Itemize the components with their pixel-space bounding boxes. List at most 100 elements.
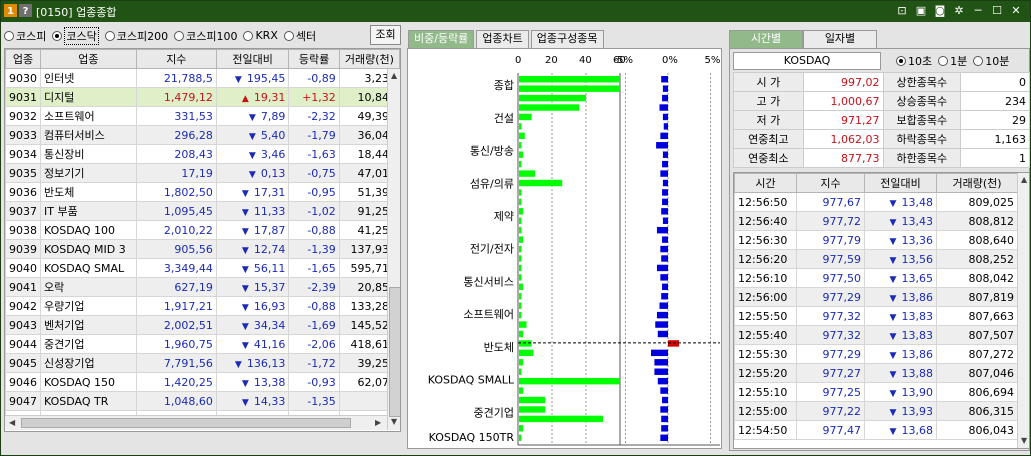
close-icon[interactable]: ✕ xyxy=(1008,3,1024,19)
table-row[interactable]: 9045 신성장기업 7,791,56 ▼ 136,13 -1,72 39,253 xyxy=(5,353,400,373)
market-radio-3[interactable]: 코스피100 xyxy=(174,28,237,44)
radio-icon[interactable] xyxy=(938,56,949,66)
table-row[interactable]: 12:55:10 977,25 ▼ 13,90 806,694 xyxy=(734,382,1018,402)
column-header[interactable]: 지수 xyxy=(796,173,865,193)
minimize-icon[interactable]: ─ xyxy=(970,3,986,19)
weight-bar xyxy=(519,104,580,111)
table-row[interactable]: 12:55:50 977,32 ▼ 13,83 807,663 xyxy=(734,306,1018,326)
tick-table-scrollbar[interactable]: ▲ ▼ xyxy=(1017,173,1029,448)
interval-radio-0[interactable]: 10초 xyxy=(896,53,932,69)
table-row[interactable]: 12:56:50 977,67 ▼ 13,48 809,025 xyxy=(734,192,1018,212)
table-row[interactable]: 9044 중견기업 1,960,75 ▼ 41,16 -2,06 418,618 xyxy=(5,334,400,354)
help-badge[interactable]: ? xyxy=(19,4,32,17)
market-radio-0[interactable]: 코스피 xyxy=(4,28,46,44)
sector-index: 2,010,22 xyxy=(135,220,217,240)
column-header[interactable]: 업종 xyxy=(5,49,41,69)
scroll-thumb[interactable] xyxy=(389,287,400,417)
scroll-up-icon[interactable]: ▲ xyxy=(391,71,397,80)
screen-number-badge[interactable]: 1 xyxy=(4,4,17,17)
pin-icon[interactable]: ⊡ xyxy=(894,3,910,19)
table-row[interactable]: 12:55:00 977,22 ▼ 13,93 806,315 xyxy=(734,401,1018,421)
column-header[interactable]: 업종 xyxy=(40,49,137,69)
radio-icon[interactable] xyxy=(104,30,115,41)
radio-icon[interactable] xyxy=(52,30,63,41)
column-header[interactable]: 전일대비 xyxy=(215,49,290,69)
interval-radio-2[interactable]: 10분 xyxy=(973,53,1009,69)
query-button[interactable]: 조회 xyxy=(370,25,401,45)
table-row[interactable]: 12:55:20 977,27 ▼ 13,88 807,046 xyxy=(734,363,1018,383)
table-row[interactable]: 12:56:20 977,59 ▼ 13,56 808,252 xyxy=(734,249,1018,269)
image-icon[interactable]: ▣ xyxy=(913,3,929,19)
table-row[interactable]: 12:56:00 977,29 ▼ 13,86 807,819 xyxy=(734,287,1018,307)
category-label: 통신/방송 xyxy=(470,145,514,158)
radio-icon[interactable] xyxy=(4,30,14,41)
tab-1[interactable]: 일자별 xyxy=(803,30,877,48)
sector-change: 17,31 xyxy=(253,185,286,199)
table-row[interactable]: 12:54:50 977,47 ▼ 13,68 806,043 xyxy=(734,420,1018,440)
table-row[interactable]: 12:56:30 977,79 ▼ 13,36 808,640 xyxy=(734,230,1018,250)
table-row[interactable]: 9043 벤처기업 2,002,51 ▼ 34,34 -1,69 145,527 xyxy=(5,315,400,335)
sector-change: 13,38 xyxy=(253,375,286,389)
table-row[interactable]: 9037 IT 부품 1,095,45 ▼ 11,33 -1,02 91,251 xyxy=(5,201,400,221)
table-row[interactable]: 9041 오락 627,19 ▼ 15,37 -2,39 20,852 xyxy=(5,277,400,297)
column-header[interactable]: 지수 xyxy=(135,49,217,69)
tab-0[interactable]: 비중/등락률 xyxy=(408,30,475,48)
weight-bar xyxy=(519,387,524,394)
scroll-down-icon[interactable]: ▼ xyxy=(391,417,397,426)
radio-icon[interactable] xyxy=(174,30,185,41)
scroll-left-icon[interactable]: ◀ xyxy=(9,418,15,427)
maximize-icon[interactable]: ☐ xyxy=(989,3,1005,19)
table-row[interactable]: 9040 KOSDAQ SMAL 3,349,44 ▼ 56,11 -1,65 595,71… xyxy=(5,258,400,278)
radio-icon[interactable] xyxy=(973,56,984,66)
rate-bar xyxy=(660,274,668,281)
table-row[interactable]: 12:55:40 977,32 ▼ 13,83 807,507 xyxy=(734,325,1018,345)
sector-code: 9037 xyxy=(5,201,41,221)
table-row[interactable]: 9042 우량기업 1,917,21 ▼ 16,93 -0,88 133,287 xyxy=(5,296,400,316)
column-header[interactable]: 거래량(천) xyxy=(936,173,1018,193)
column-header[interactable]: 시간 xyxy=(734,173,797,193)
tab-0[interactable]: 시간별 xyxy=(729,30,803,48)
table-row[interactable]: 9030 인터넷 21,788,5 ▼ 195,45 -0,89 3,239 xyxy=(5,68,400,88)
market-radio-2[interactable]: 코스피200 xyxy=(104,28,168,44)
tab-2[interactable]: 업종구성종목 xyxy=(530,30,604,48)
interval-radio-1[interactable]: 1분 xyxy=(938,53,967,69)
sector-table-horizontal-scrollbar[interactable]: ◀ ▶ xyxy=(5,415,387,430)
down-arrow-icon: ▼ xyxy=(241,207,249,218)
weight-bar xyxy=(519,377,620,385)
column-header[interactable]: 전일대비 xyxy=(864,173,937,193)
tick-time: 12:56:50 xyxy=(734,192,797,212)
market-radio-1[interactable]: 코스닥 xyxy=(52,26,99,45)
market-radio-4[interactable]: KRX xyxy=(243,29,278,42)
table-row[interactable]: 9035 정보기기 17,19 ▼ 0,13 -0,75 47,011 xyxy=(5,163,400,183)
table-row[interactable]: 12:56:10 977,50 ▼ 13,65 808,042 xyxy=(734,268,1018,288)
scroll-down-icon[interactable]: ▼ xyxy=(1021,436,1027,445)
table-row[interactable]: 12:55:30 977,29 ▼ 13,86 807,272 xyxy=(734,344,1018,364)
scroll-up-icon[interactable]: ▲ xyxy=(1021,175,1027,184)
table-row[interactable]: 9036 반도체 1,802,50 ▼ 17,31 -0,95 51,392 xyxy=(5,182,400,202)
radio-icon[interactable] xyxy=(243,30,254,41)
radio-icon[interactable] xyxy=(896,56,906,66)
radio-icon[interactable] xyxy=(283,30,294,41)
table-row[interactable]: 9034 통신장비 208,43 ▼ 3,46 -1,63 18,448 xyxy=(5,144,400,164)
market-radio-5[interactable]: 섹터 xyxy=(283,28,316,44)
column-header[interactable]: 등락률 xyxy=(288,49,340,69)
weight-bar xyxy=(519,94,586,102)
index-name-field[interactable]: KOSDAQ xyxy=(733,52,881,70)
table-row[interactable]: 9047KOSDAQ TR1,048,60▼14,33-1,350 xyxy=(5,391,400,411)
sector-table-vertical-scrollbar[interactable]: ▲ ▼ xyxy=(387,69,400,430)
gear-icon[interactable]: ✲ xyxy=(951,3,967,19)
table-row[interactable]: 9033 컴퓨터서비스 296,28 ▼ 5,40 -1,79 36,047 xyxy=(5,125,400,145)
table-row[interactable]: 12:56:40 977,72 ▼ 13,43 808,812 xyxy=(734,211,1018,231)
camera-icon[interactable]: ◙ xyxy=(932,3,948,19)
table-row[interactable]: 9039 KOSDAQ MID 3 905,56 ▼ 12,74 -1,39 137,935 xyxy=(5,239,400,259)
table-row[interactable]: 9046 KOSDAQ 150 1,420,25 ▼ 13,38 -0,93 62,075 xyxy=(5,372,400,392)
table-row[interactable]: 9032 소프트웨어 331,53 ▼ 7,89 -2,32 49,393 xyxy=(5,106,400,126)
column-header[interactable]: 거래량(천) xyxy=(338,49,400,69)
scroll-right-icon[interactable]: ▶ xyxy=(375,418,381,427)
tick-change-cell: ▼ 13,93 xyxy=(864,401,937,421)
tab-1[interactable]: 업종차트 xyxy=(476,30,529,48)
scroll-thumb[interactable] xyxy=(21,418,351,428)
table-row[interactable]: 9038 KOSDAQ 100 2,010,22 ▼ 17,87 -0,88 41,252 xyxy=(5,220,400,240)
table-row[interactable]: 9031 디지털 1,479,12 ▲ 19,31 +1,32 10,846 xyxy=(5,87,400,107)
down-arrow-icon: ▼ xyxy=(241,188,249,199)
